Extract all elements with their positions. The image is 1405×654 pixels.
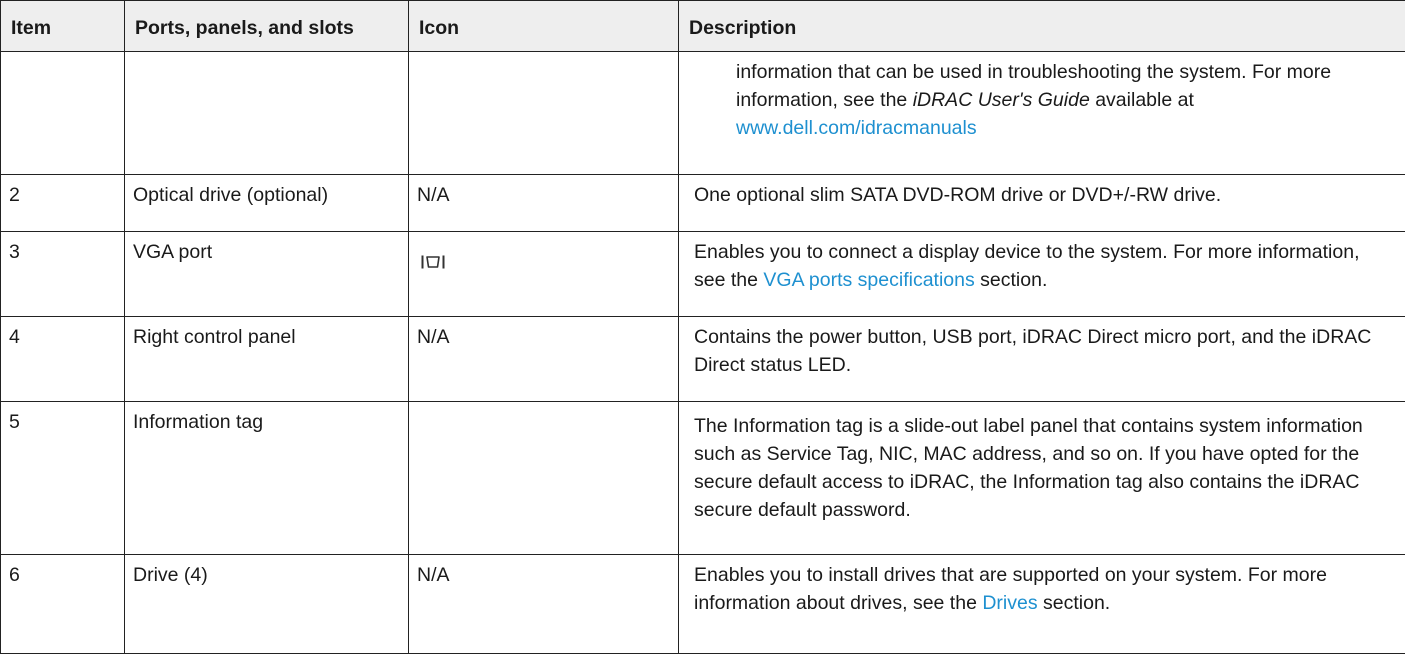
cell-port: Optical drive (optional) xyxy=(125,175,409,232)
cell-port: Right control panel xyxy=(125,317,409,402)
cell-icon xyxy=(409,402,679,555)
cell-item: 2 xyxy=(1,175,125,232)
cell-description: Enables you to install drives that are s… xyxy=(679,555,1405,654)
cell-icon xyxy=(409,52,679,175)
cell-description: One optional slim SATA DVD-ROM drive or … xyxy=(679,175,1405,232)
cell-item: 4 xyxy=(1,317,125,402)
cell-item: 3 xyxy=(1,232,125,317)
continuation-text-mid: available at xyxy=(1090,89,1194,111)
ports-table: Item Ports, panels, and slots Icon Descr… xyxy=(0,0,1405,654)
cell-description: The Information tag is a slide-out label… xyxy=(679,402,1405,555)
table-row-continuation: information that can be used in troubles… xyxy=(1,52,1405,175)
header-item: Item xyxy=(1,1,125,52)
cell-port xyxy=(125,52,409,175)
cell-icon: N/A xyxy=(409,175,679,232)
cell-item xyxy=(1,52,125,175)
cell-icon: N/A xyxy=(409,317,679,402)
cell-description: Contains the power button, USB port, iDR… xyxy=(679,317,1405,402)
table-row: 4 Right control panel N/A Contains the p… xyxy=(1,317,1405,402)
cell-item: 5 xyxy=(1,402,125,555)
cell-icon xyxy=(409,232,679,317)
cell-port: Drive (4) xyxy=(125,555,409,654)
cell-port: VGA port xyxy=(125,232,409,317)
cell-description: Enables you to connect a display device … xyxy=(679,232,1405,317)
drives-link[interactable]: Drives xyxy=(982,592,1037,614)
cell-icon: N/A xyxy=(409,555,679,654)
header-ports: Ports, panels, and slots xyxy=(125,1,409,52)
table-header-row: Item Ports, panels, and slots Icon Descr… xyxy=(1,1,1405,52)
table-row: 2 Optical drive (optional) N/A One optio… xyxy=(1,175,1405,232)
idrac-manuals-link[interactable]: www.dell.com/idracmanuals xyxy=(736,117,977,139)
continuation-text: information that can be used in troubles… xyxy=(694,58,1389,142)
table-row: 5 Information tag The Information tag is… xyxy=(1,402,1405,555)
cell-item: 6 xyxy=(1,555,125,654)
idrac-guide-title: iDRAC User's Guide xyxy=(913,89,1090,111)
drives-desc-after: section. xyxy=(1038,592,1111,614)
vga-port-icon xyxy=(421,249,445,277)
cell-port: Information tag xyxy=(125,402,409,555)
header-description: Description xyxy=(679,1,1405,52)
header-icon: Icon xyxy=(409,1,679,52)
table-row: 3 VGA port Enables you to connect a disp… xyxy=(1,232,1405,317)
vga-specs-link[interactable]: VGA ports specifications xyxy=(763,269,974,291)
cell-description: information that can be used in troubles… xyxy=(679,52,1405,175)
vga-desc-after: section. xyxy=(975,269,1048,291)
table-row: 6 Drive (4) N/A Enables you to install d… xyxy=(1,555,1405,654)
